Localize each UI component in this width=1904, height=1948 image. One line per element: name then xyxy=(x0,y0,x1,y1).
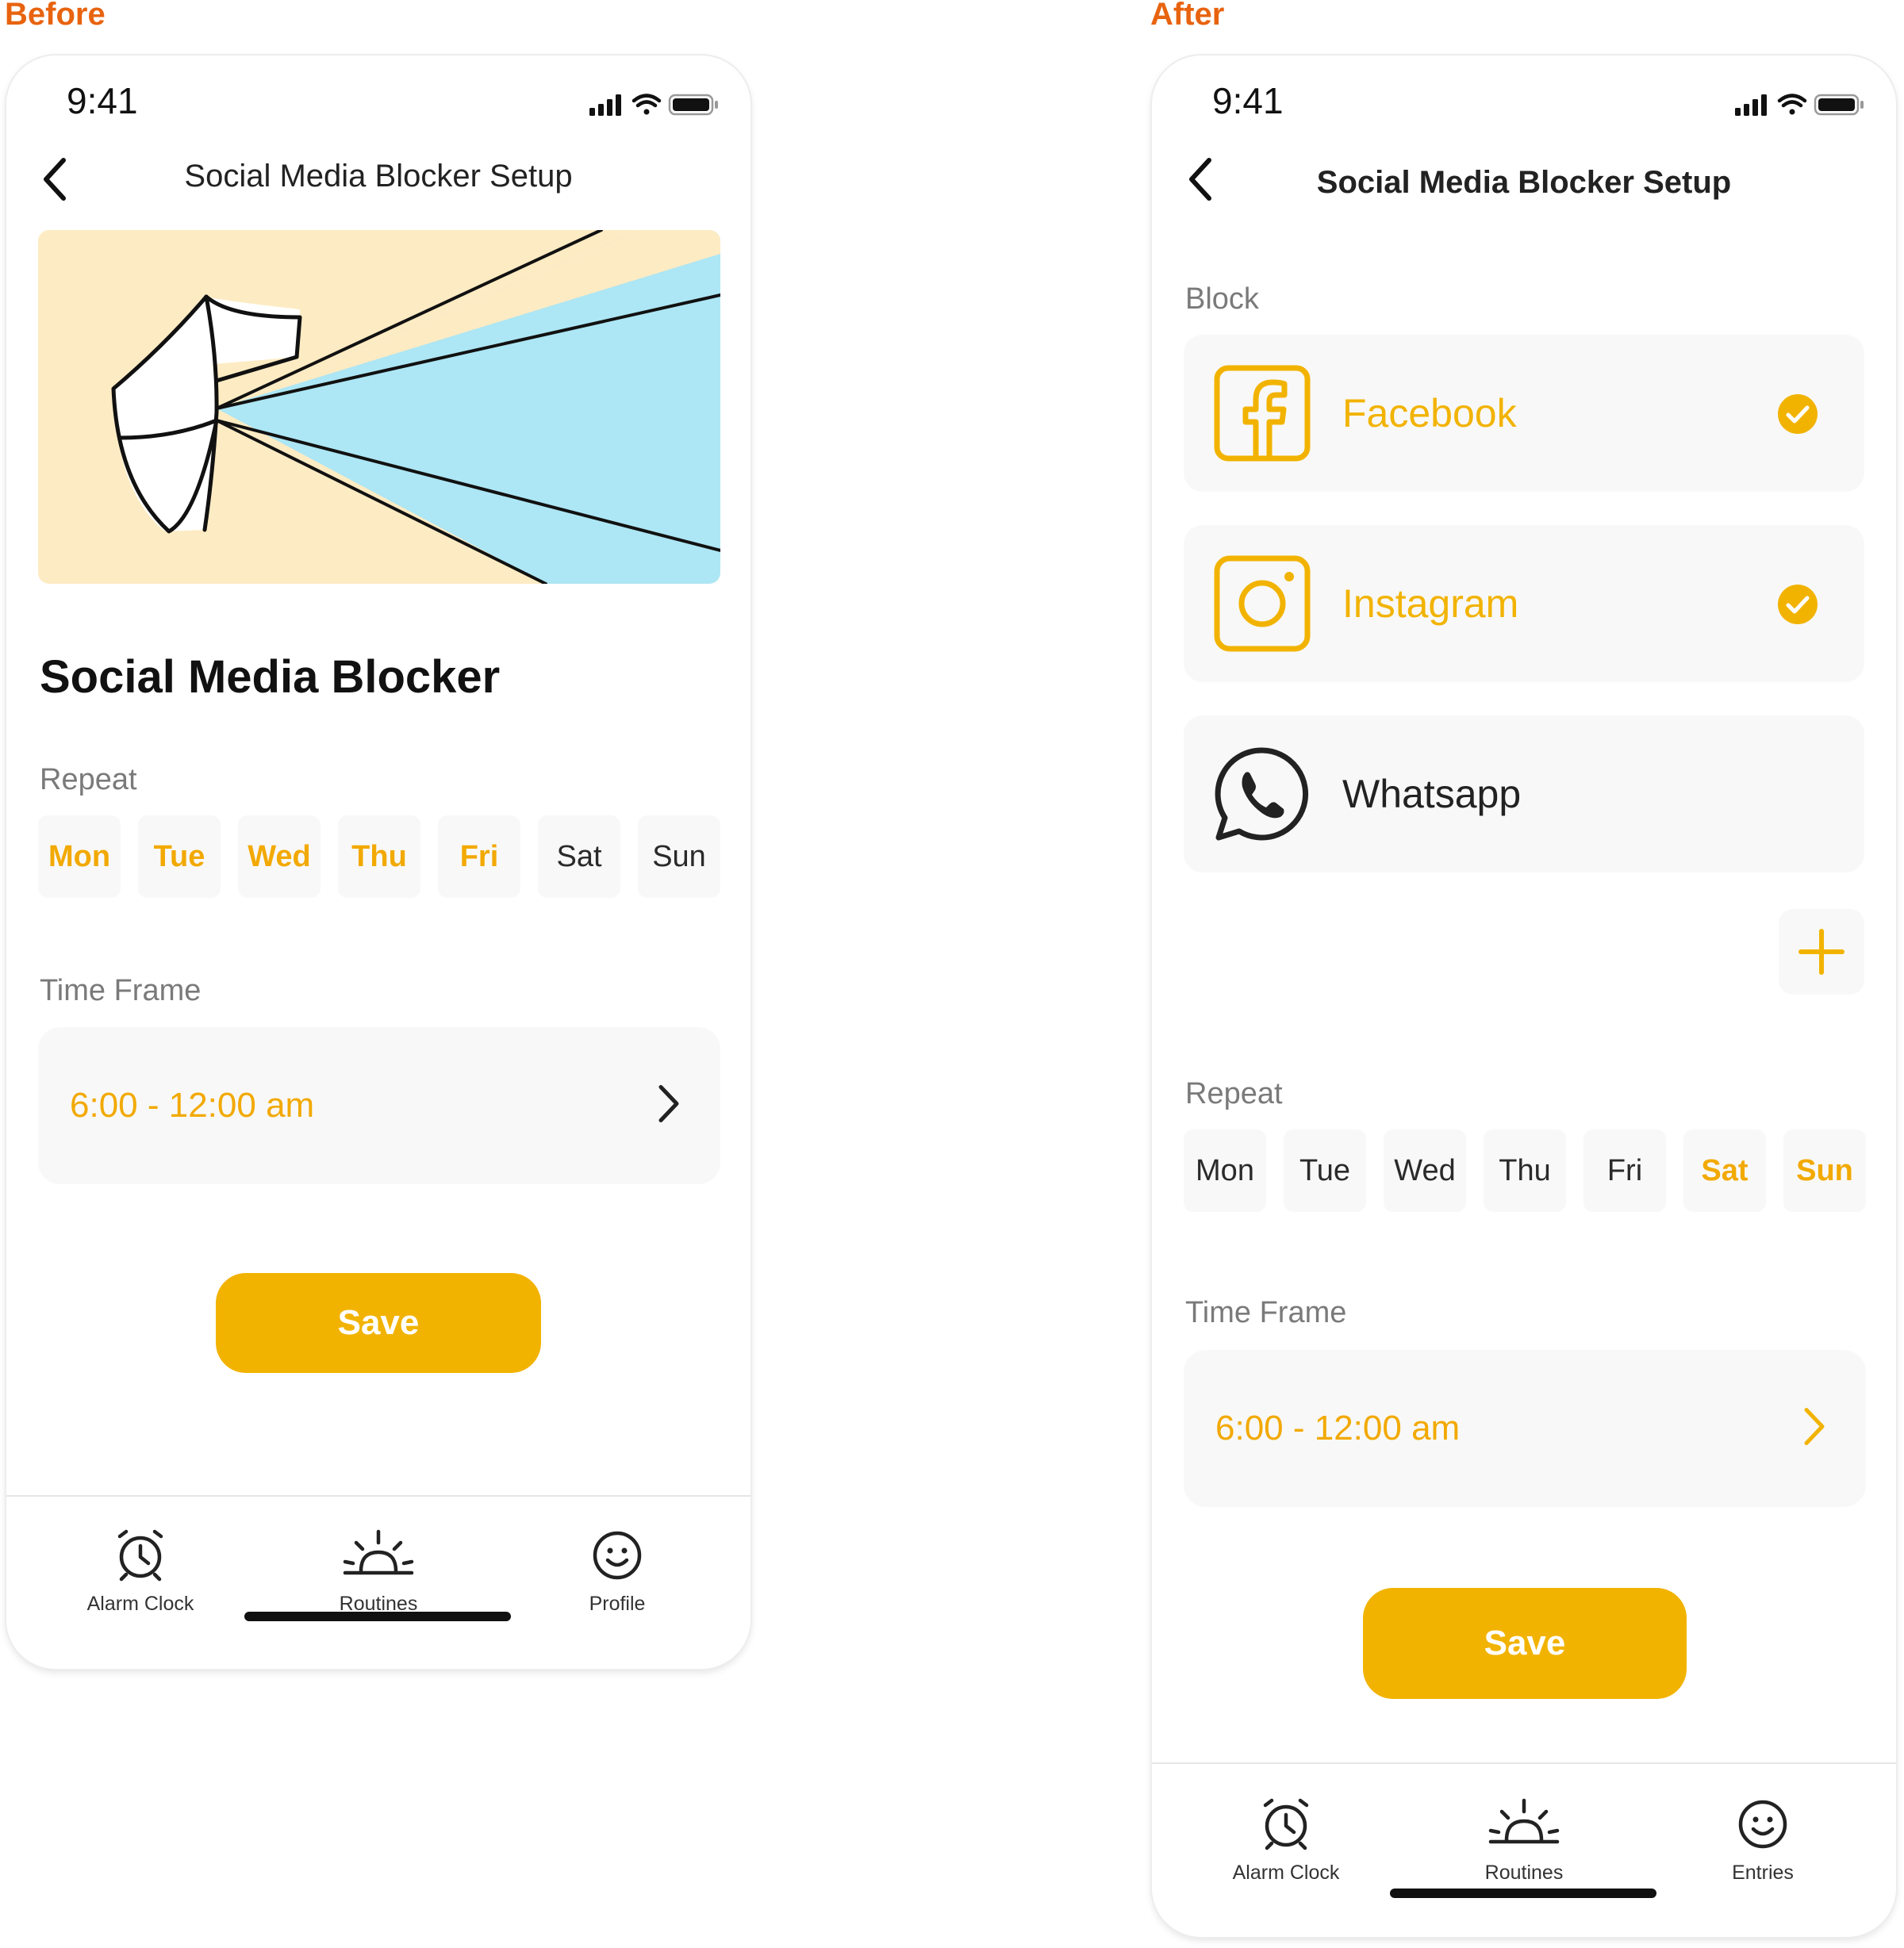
day-chip-wed[interactable]: Wed xyxy=(1384,1129,1466,1212)
save-button[interactable]: Save xyxy=(216,1273,541,1373)
day-chip-sat[interactable]: Sat xyxy=(1683,1129,1766,1212)
shield-illustration xyxy=(38,230,720,584)
day-chip-fri[interactable]: Fri xyxy=(438,815,520,898)
alarm-clock-icon xyxy=(117,1529,163,1582)
chevron-right-icon xyxy=(1802,1407,1826,1451)
day-chip-mon[interactable]: Mon xyxy=(1184,1129,1266,1212)
after-phone-screen: 9:41 Social Media Blocker Setup Block Fa… xyxy=(1152,56,1896,1937)
hero-illustration xyxy=(38,230,720,584)
battery-icon xyxy=(1814,94,1864,116)
page-title: Social Media Blocker Setup xyxy=(184,159,573,194)
before-caption: Before xyxy=(5,0,106,32)
before-phone-screen: 9:41 Social Media Blocker Setup Social M… xyxy=(6,56,750,1669)
time-frame-value: 6:00 - 12:00 am xyxy=(70,1086,315,1125)
day-chip-wed[interactable]: Wed xyxy=(238,815,321,898)
block-label: Block xyxy=(1185,282,1259,316)
home-indicator xyxy=(1390,1889,1656,1898)
time-frame-row[interactable]: 6:00 - 12:00 am xyxy=(38,1027,720,1184)
add-app-button[interactable] xyxy=(1779,909,1864,995)
wifi-icon xyxy=(1777,94,1807,115)
tab-label: Entries xyxy=(1732,1862,1794,1884)
app-name: Instagram xyxy=(1342,581,1519,626)
smiley-icon xyxy=(593,1531,642,1580)
tab-label: Alarm Clock xyxy=(86,1593,194,1615)
repeat-label: Repeat xyxy=(40,763,137,796)
home-indicator xyxy=(244,1612,511,1621)
day-chip-thu[interactable]: Thu xyxy=(338,815,420,898)
app-row-facebook[interactable]: Facebook xyxy=(1184,335,1864,492)
tab-label: Alarm Clock xyxy=(1232,1862,1340,1884)
plus-icon xyxy=(1798,929,1844,975)
tab-profile[interactable]: Profile xyxy=(522,1527,712,1616)
time-frame-row[interactable]: 6:00 - 12:00 am xyxy=(1184,1350,1866,1507)
app-row-instagram[interactable]: Instagram xyxy=(1184,525,1864,682)
time-frame-value: 6:00 - 12:00 am xyxy=(1215,1409,1461,1448)
app-name: Facebook xyxy=(1342,391,1517,435)
checkmark-icon xyxy=(1777,584,1818,629)
time-frame-label: Time Frame xyxy=(40,974,202,1007)
day-chip-fri[interactable]: Fri xyxy=(1583,1129,1666,1212)
sunrise-icon xyxy=(1488,1798,1560,1844)
tab-label: Profile xyxy=(589,1593,646,1615)
page-title: Social Media Blocker Setup xyxy=(1316,165,1732,200)
save-button[interactable]: Save xyxy=(1363,1588,1687,1699)
wifi-icon xyxy=(631,94,662,115)
day-chip-mon[interactable]: Mon xyxy=(38,815,121,898)
tab-label: Routines xyxy=(1484,1862,1564,1884)
tab-bar: Alarm Clock Routines Entries xyxy=(1152,1762,1896,1937)
day-chip-tue[interactable]: Tue xyxy=(138,815,221,898)
time-frame-label: Time Frame xyxy=(1185,1296,1347,1329)
status-icons xyxy=(589,90,724,121)
alarm-clock-icon xyxy=(1263,1798,1309,1850)
app-name: Whatsapp xyxy=(1342,772,1522,816)
cellular-signal-icon xyxy=(1735,94,1767,116)
instagram-icon xyxy=(1214,555,1311,656)
whatsapp-icon xyxy=(1214,746,1311,846)
blocker-heading: Social Media Blocker xyxy=(40,651,501,703)
checkmark-icon xyxy=(1777,393,1818,439)
facebook-icon xyxy=(1214,365,1311,466)
status-icons xyxy=(1735,90,1870,121)
day-chip-sun[interactable]: Sun xyxy=(638,815,720,898)
tab-routines[interactable]: Routines xyxy=(1429,1796,1619,1885)
repeat-days: Mon Tue Wed Thu Fri Sat Sun xyxy=(1184,1129,1866,1212)
cellular-signal-icon xyxy=(589,94,621,116)
chevron-right-icon xyxy=(657,1084,681,1128)
day-chip-tue[interactable]: Tue xyxy=(1284,1129,1366,1212)
day-chip-sat[interactable]: Sat xyxy=(538,815,620,898)
after-caption: After xyxy=(1150,0,1225,32)
app-row-whatsapp[interactable]: Whatsapp xyxy=(1184,715,1864,872)
repeat-days: Mon Tue Wed Thu Fri Sat Sun xyxy=(38,815,720,898)
status-time: 9:41 xyxy=(1212,80,1284,121)
tab-alarm-clock[interactable]: Alarm Clock xyxy=(1191,1796,1381,1885)
day-chip-thu[interactable]: Thu xyxy=(1484,1129,1566,1212)
tab-entries[interactable]: Entries xyxy=(1668,1796,1858,1885)
smiley-icon xyxy=(1738,1800,1787,1849)
tab-routines[interactable]: Routines xyxy=(283,1527,474,1616)
tab-bar: Alarm Clock Routines Profile xyxy=(6,1495,750,1669)
sunrise-icon xyxy=(343,1529,414,1575)
repeat-label: Repeat xyxy=(1185,1077,1283,1110)
day-chip-sun[interactable]: Sun xyxy=(1783,1129,1866,1212)
status-time: 9:41 xyxy=(67,80,138,121)
battery-icon xyxy=(668,94,718,116)
tab-alarm-clock[interactable]: Alarm Clock xyxy=(45,1527,236,1616)
